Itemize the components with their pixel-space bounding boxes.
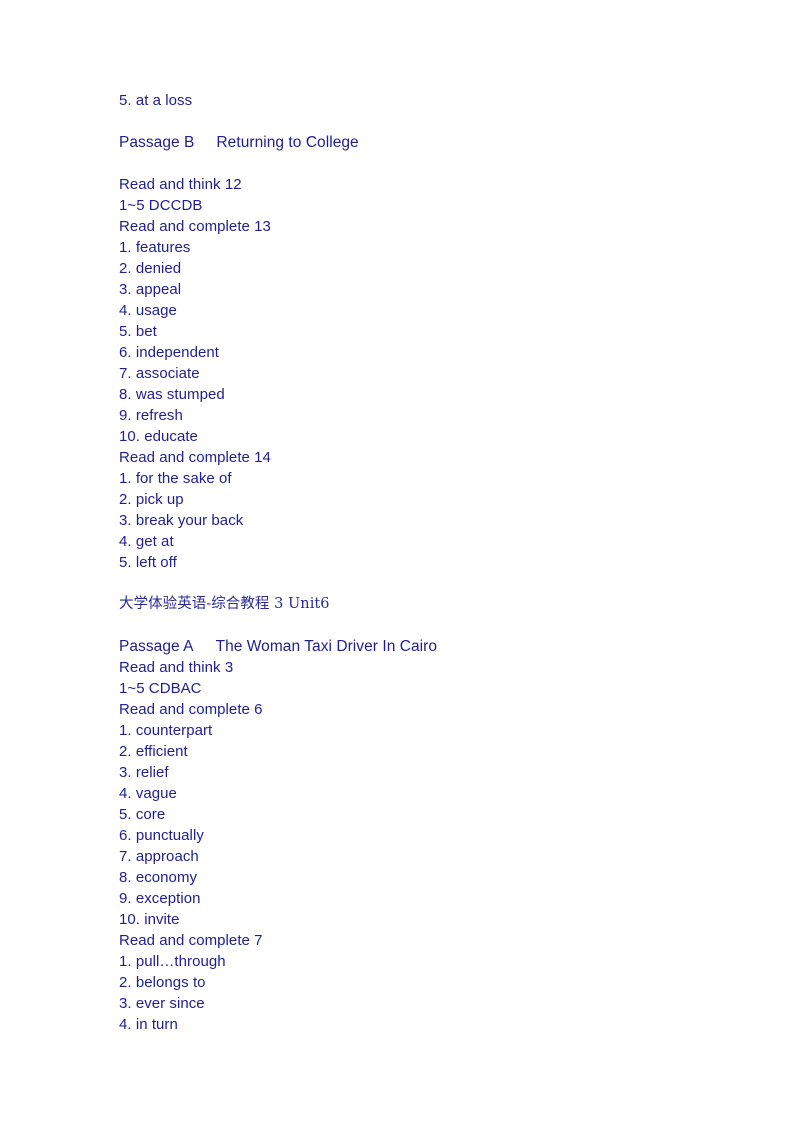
course-unit-heading: 大学体验英语-综合教程 3 Unit6 bbox=[119, 596, 330, 612]
answer-line: 1. features bbox=[119, 239, 191, 256]
passage-label: Passage B bbox=[119, 134, 195, 151]
answer-line: 3. appeal bbox=[119, 281, 182, 298]
answer-line: 10. educate bbox=[119, 428, 198, 445]
answer-line: 3. ever since bbox=[119, 995, 205, 1012]
passage-heading: Passage A The Woman Taxi Driver In Cairo bbox=[119, 636, 719, 657]
answer-line: 4. vague bbox=[119, 785, 177, 802]
passage-title: The Woman Taxi Driver In Cairo bbox=[215, 638, 438, 655]
passage-label: Passage A bbox=[119, 638, 194, 655]
answer-line: 1~5 CDBAC bbox=[119, 680, 202, 697]
answer-line: 1. counterpart bbox=[119, 722, 213, 739]
answer-line: 8. economy bbox=[119, 869, 198, 886]
answer-line: 6. punctually bbox=[119, 827, 204, 844]
answer-line: Read and think 3 bbox=[119, 659, 234, 676]
answer-line: 3. relief bbox=[119, 764, 169, 781]
document-page: 5. at a loss Passage B Returning to Colle… bbox=[0, 0, 793, 1122]
answer-line: 2. pick up bbox=[119, 491, 184, 508]
answer-line: 2. belongs to bbox=[119, 974, 206, 991]
answer-line: Read and complete 6 bbox=[119, 701, 263, 718]
answer-line: 1~5 DCCDB bbox=[119, 197, 203, 214]
answer-line: 2. denied bbox=[119, 260, 182, 277]
answer-line: Read and complete 7 bbox=[119, 932, 263, 949]
answer-line: 4. in turn bbox=[119, 1016, 178, 1033]
answer-line: 9. refresh bbox=[119, 407, 183, 424]
passage-heading: Passage B Returning to College bbox=[119, 132, 719, 153]
answer-line: 6. independent bbox=[119, 344, 219, 361]
passage-title: Returning to College bbox=[216, 134, 359, 151]
answer-line: Read and think 12 bbox=[119, 176, 242, 193]
document-text-body: 5. at a loss Passage B Returning to Colle… bbox=[119, 90, 719, 1035]
answer-line: 9. exception bbox=[119, 890, 201, 907]
answer-line: 5. left off bbox=[119, 554, 177, 571]
answer-line: 5. bet bbox=[119, 323, 157, 340]
answer-line: 1. for the sake of bbox=[119, 470, 232, 487]
answer-line: 5. at a loss bbox=[119, 92, 193, 109]
answer-line: 3. break your back bbox=[119, 512, 244, 529]
answer-line: 1. pull…through bbox=[119, 953, 226, 970]
answer-line: Read and complete 13 bbox=[119, 218, 271, 235]
answer-line: 8. was stumped bbox=[119, 386, 225, 403]
answer-line: 7. associate bbox=[119, 365, 200, 382]
answer-line: 4. usage bbox=[119, 302, 177, 319]
answer-line: 4. get at bbox=[119, 533, 174, 550]
answer-line: 10. invite bbox=[119, 911, 180, 928]
answer-line: Read and complete 14 bbox=[119, 449, 271, 466]
answer-line: 7. approach bbox=[119, 848, 199, 865]
answer-line: 5. core bbox=[119, 806, 166, 823]
answer-line: 2. efficient bbox=[119, 743, 188, 760]
